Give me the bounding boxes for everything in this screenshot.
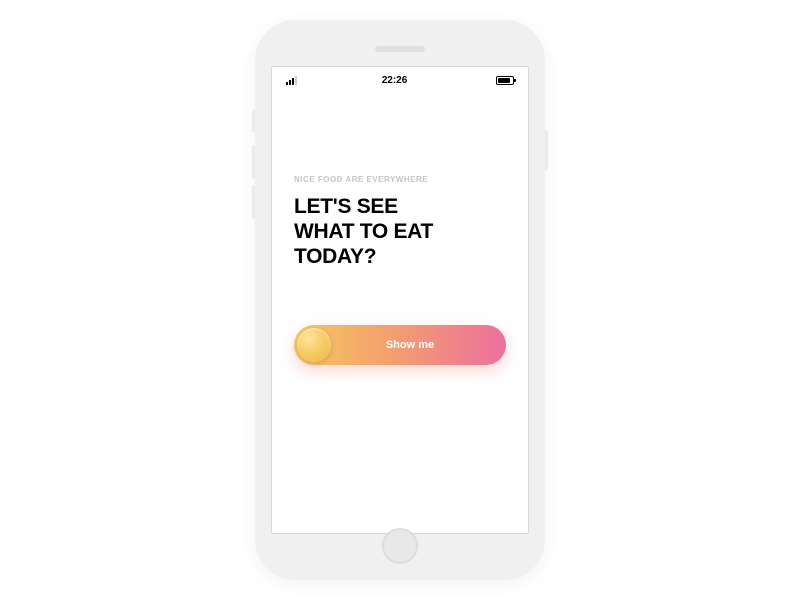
power-button	[545, 130, 548, 170]
screen: 22:26 NICE FOOD ARE EVERYWHERE LET'S SEE…	[271, 66, 529, 534]
mute-switch	[252, 110, 255, 132]
battery-icon	[496, 76, 514, 85]
volume-down-button	[252, 185, 255, 219]
subtitle: NICE FOOD ARE EVERYWHERE	[294, 175, 506, 184]
main-content: NICE FOOD ARE EVERYWHERE LET'S SEE WHAT …	[272, 90, 528, 270]
volume-up-button	[252, 145, 255, 179]
speaker	[375, 46, 425, 52]
phone-frame: 22:26 NICE FOOD ARE EVERYWHERE LET'S SEE…	[255, 20, 545, 580]
show-me-button[interactable]: Show me	[294, 325, 506, 365]
slider-knob-icon[interactable]	[297, 328, 331, 362]
phone-inner: 22:26 NICE FOOD ARE EVERYWHERE LET'S SEE…	[265, 30, 535, 570]
headline: LET'S SEE WHAT TO EAT TODAY?	[294, 194, 506, 270]
signal-icon	[286, 76, 297, 85]
status-bar: 22:26	[272, 67, 528, 90]
status-signal	[286, 76, 297, 85]
status-time: 22:26	[382, 75, 408, 86]
status-battery	[492, 76, 514, 85]
home-button[interactable]	[382, 528, 418, 564]
